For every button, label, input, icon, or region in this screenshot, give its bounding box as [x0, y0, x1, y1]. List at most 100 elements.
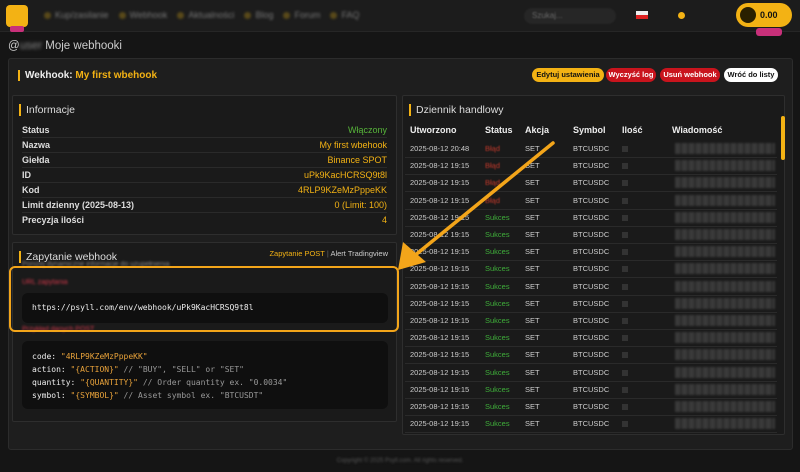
nav-item-buy[interactable]: Kup/zasilanie — [44, 10, 109, 20]
info-label: Kod — [22, 185, 40, 195]
info-row-exchange: Giełda Binance SPOT — [22, 153, 387, 168]
cell-created: 2025-08-12 19:15 — [410, 402, 470, 411]
cell-status: Sukces — [485, 316, 510, 325]
nav-icon — [244, 11, 252, 19]
table-row[interactable]: 2025-08-12 19:15 Sukces SET BTCUSDC — [405, 313, 777, 330]
code-key: symbol: — [32, 391, 66, 400]
table-row[interactable]: 2025-08-12 19:15 Sukces SET BTCUSDC — [405, 210, 777, 227]
cell-status: Sukces — [485, 350, 510, 360]
log-scrollbar[interactable] — [781, 116, 785, 160]
table-row[interactable]: 2025-08-12 19:15 Sukces SET BTCUSDC — [405, 330, 777, 348]
tab-post-request[interactable]: Zapytanie POST — [269, 249, 324, 258]
cell-symbol: BTCUSDC — [573, 333, 610, 343]
table-row[interactable]: 2025-08-12 19:15 Sukces SET BTCUSDC — [405, 365, 777, 382]
code-comment: // Asset symbol ex. "BTCUSDT" — [123, 391, 264, 400]
table-row[interactable]: 2025-08-12 19:15 Sukces SET BTCUSDC — [405, 416, 777, 434]
cell-quantity — [622, 300, 628, 307]
col-message[interactable]: Wiadomość — [672, 125, 722, 135]
cell-quantity — [622, 180, 628, 187]
info-row-daily-limit: Limit dzienny (2025-08-13) 0 (Limit: 100) — [22, 198, 387, 213]
url-highlight-box — [9, 266, 399, 332]
cell-message — [675, 349, 775, 361]
cell-action: SET — [525, 333, 540, 343]
table-row[interactable]: 2025-08-12 19:15 Sukces SET BTCUSDC — [405, 296, 777, 313]
cell-created: 2025-08-12 19:15 — [410, 195, 470, 205]
language-flag-icon[interactable] — [636, 11, 648, 19]
info-value: 0 (Limit: 100) — [334, 200, 387, 210]
cell-action: SET — [525, 350, 540, 360]
code-value: "{QUANTITY}" — [80, 378, 138, 387]
cell-quantity — [622, 335, 628, 342]
cell-message — [675, 263, 775, 275]
cell-quantity — [622, 369, 628, 376]
search-input[interactable]: Szukaj... — [524, 8, 616, 24]
delete-webhook-button[interactable]: Usuń webhook — [660, 68, 720, 82]
cell-quantity — [622, 163, 628, 170]
code-line-symbol: symbol: "{SYMBOL}" // Asset symbol ex. "… — [32, 389, 388, 402]
post-body-code[interactable]: code: "4RLP9KZeMzPppeKK" action: "{ACTIO… — [22, 341, 388, 409]
cell-symbol: BTCUSDC — [573, 264, 610, 274]
nav-icon — [118, 11, 126, 19]
cell-message — [675, 280, 775, 292]
cell-quantity — [622, 249, 628, 256]
col-status[interactable]: Status — [485, 125, 513, 135]
cell-symbol: BTCUSDC — [573, 247, 610, 257]
info-value: Binance SPOT — [327, 155, 387, 165]
nav-label: Forum — [294, 10, 321, 20]
cell-status: Sukces — [485, 402, 510, 411]
cell-message — [675, 194, 775, 206]
cell-created: 2025-08-12 19:15 — [410, 384, 470, 394]
cell-symbol: BTCUSDC — [573, 316, 610, 325]
cell-status: Błąd — [485, 195, 501, 205]
cell-action: SET — [525, 367, 540, 377]
info-value: 4 — [381, 215, 387, 225]
col-action[interactable]: Akcja — [525, 125, 549, 135]
cell-quantity — [622, 197, 628, 204]
table-row[interactable]: 2025-08-12 19:15 Sukces SET BTCUSDC — [405, 279, 777, 296]
table-row[interactable]: 2025-08-12 19:15 Sukces SET BTCUSDC — [405, 399, 777, 416]
cell-message — [675, 160, 775, 172]
nav-icon — [283, 11, 291, 19]
table-row[interactable]: 2025-08-12 19:15 Błąd SET BTCUSDC — [405, 158, 777, 176]
table-row[interactable]: 2025-08-12 19:15 Sukces SET BTCUSDC — [405, 347, 777, 365]
cell-message — [675, 143, 775, 154]
table-row[interactable]: 2025-08-12 19:15 Sukces SET BTCUSDC — [405, 227, 777, 244]
code-line-quantity: quantity: "{QUANTITY}" // Order quantity… — [32, 376, 388, 389]
cell-quantity — [622, 318, 628, 324]
account-balance-button[interactable]: 0.00 — [736, 3, 792, 27]
cell-symbol: BTCUSDC — [573, 195, 610, 205]
table-row[interactable]: 2025-08-12 19:15 Sukces SET BTCUSDC — [405, 244, 777, 262]
table-row[interactable]: 2025-08-12 20:48 Błąd SET BTCUSDC — [405, 141, 777, 158]
nav-label: FAQ — [341, 10, 360, 20]
back-to-list-button[interactable]: Wróć do listy — [724, 68, 778, 82]
col-symbol[interactable]: Symbol — [573, 125, 606, 135]
info-row-code: Kod 4RLP9KZeMzPppeKK — [22, 183, 387, 198]
table-row[interactable]: 2025-08-12 19:15 Sukces SET BTCUSDC — [405, 382, 777, 399]
nav-item-news[interactable]: Aktualności — [177, 10, 234, 20]
edit-settings-button[interactable]: Edytuj ustawienia — [532, 68, 604, 82]
col-quantity[interactable]: Ilość — [622, 125, 643, 135]
cell-created: 2025-08-12 20:48 — [410, 144, 470, 153]
table-row[interactable]: 2025-08-12 19:15 Błąd SET BTCUSDC — [405, 175, 777, 193]
cell-created: 2025-08-12 19:15 — [410, 333, 470, 343]
cell-action: SET — [525, 212, 540, 222]
balance-value: 0.00 — [760, 10, 778, 20]
table-row[interactable]: 2025-08-12 19:15 Sukces SET BTCUSDC — [405, 261, 777, 279]
nav-item-faq[interactable]: FAQ — [330, 10, 359, 20]
title-prefix: Wekhook: — [25, 70, 73, 81]
info-row-precision: Precyzja ilości 4 — [22, 213, 387, 228]
table-row[interactable]: 2025-08-12 19:15 Błąd SET BTCUSDC — [405, 193, 777, 210]
nav-item-blog[interactable]: Blog — [244, 10, 273, 20]
clear-log-button[interactable]: Wyczyść log — [606, 68, 656, 82]
tab-tradingview-alert[interactable]: Alert Tradingview — [330, 249, 388, 258]
coin-icon[interactable] — [678, 12, 685, 19]
logo[interactable] — [6, 5, 28, 27]
nav-item-webhook[interactable]: Webhook — [118, 10, 167, 20]
info-row-name: Nazwa My first wbehook — [22, 138, 387, 153]
nav-item-forum[interactable]: Forum — [283, 10, 320, 20]
col-created[interactable]: Utworzono — [410, 125, 457, 135]
cell-created: 2025-08-12 19:15 — [410, 350, 470, 360]
cell-action: SET — [525, 316, 540, 325]
code-line-code: code: "4RLP9KZeMzPppeKK" — [32, 350, 388, 363]
cell-created: 2025-08-12 19:15 — [410, 247, 470, 257]
